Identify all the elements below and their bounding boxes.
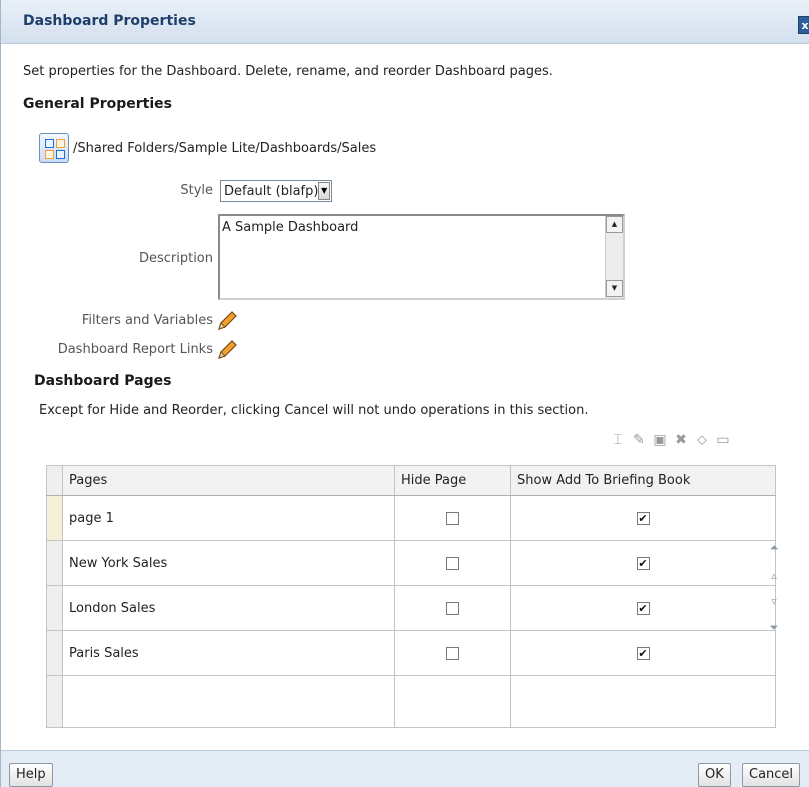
briefing-book-checkbox[interactable]: ✔ [636,601,650,615]
dashboard-properties-dialog: Dashboard Properties x Set properties fo… [0,0,809,787]
filters-edit-pencil-icon[interactable] [215,309,239,333]
hide-page-checkbox[interactable] [446,511,459,525]
ok-button[interactable]: OK [698,763,731,787]
empty-cell [394,675,511,728]
style-label: Style [180,183,213,198]
chevron-down-icon[interactable]: ▼ [318,182,330,200]
briefing-book-checkbox[interactable]: ✔ [636,646,650,660]
briefing-book-checkbox[interactable]: ✔ [636,556,650,570]
table-row-empty [46,675,776,728]
report-links-label: Dashboard Report Links [57,342,213,357]
dialog-titlebar: Dashboard Properties x [1,0,809,44]
intro-text: Set properties for the Dashboard. Delete… [23,64,553,79]
pages-note: Except for Hide and Reorder, clicking Ca… [39,403,589,418]
briefing-book-checkbox[interactable]: ✔ [636,511,650,525]
report-links-edit-pencil-icon[interactable] [215,338,239,362]
description-value: A Sample Dashboard [222,220,359,235]
hide-page-checkbox[interactable] [446,601,459,615]
column-header-pages: Pages [62,465,395,496]
pages-toolbar: ⌶ ✎ ▣ ✖ ⬦ ▭ [609,431,732,449]
scroll-up-icon[interactable]: ▲ [606,216,623,233]
page-name-cell[interactable]: New York Sales [62,540,395,586]
hide-page-checkbox[interactable] [446,556,459,570]
page-lock-icon[interactable]: ▣ [651,431,669,449]
reorder-controls: ⏶ ▵ ▿ ⏷ [766,541,782,635]
description-scrollbar[interactable]: ▲ ▼ [605,216,623,298]
column-header-hide-page: Hide Page [394,465,511,496]
hide-page-cell [394,540,511,586]
table-row[interactable]: Paris Sales ✔ [46,630,776,676]
style-select[interactable]: Default (blafp) ▼ [220,180,332,202]
table-row[interactable]: page 1 ✔ [46,495,776,541]
row-selector[interactable] [46,540,63,586]
style-select-value: Default (blafp) [224,183,319,199]
page-name-cell[interactable]: London Sales [62,585,395,631]
scroll-down-icon[interactable]: ▼ [606,280,623,297]
delete-icon[interactable]: ✖ [672,431,690,449]
briefing-book-cell: ✔ [510,495,776,541]
row-selector[interactable] [46,630,63,676]
briefing-book-cell: ✔ [510,630,776,676]
description-textarea[interactable]: A Sample Dashboard ▲ ▼ [218,214,625,300]
dialog-footer: Help OK Cancel [1,750,809,787]
empty-cell [510,675,776,728]
move-to-top-icon[interactable]: ⏶ [767,541,781,555]
dashboard-icon [39,133,69,163]
move-to-bottom-icon[interactable]: ⏷ [767,621,781,635]
page-permissions-icon[interactable]: ✎ [630,431,648,449]
row-selector[interactable] [46,585,63,631]
dashboard-path-row: /Shared Folders/Sample Lite/Dashboards/S… [39,132,376,164]
cancel-button[interactable]: Cancel [742,763,801,787]
dialog-title: Dashboard Properties [23,13,196,29]
dashboard-path: /Shared Folders/Sample Lite/Dashboards/S… [73,140,377,156]
page-name-cell[interactable]: Paris Sales [62,630,395,676]
help-button[interactable]: Help [9,763,53,787]
hide-page-cell [394,630,511,676]
rename-icon[interactable]: ⌶ [609,431,627,449]
dashboard-pages-heading: Dashboard Pages [34,373,172,389]
pages-table-header: Pages Hide Page Show Add To Briefing Boo… [46,465,776,496]
general-properties-heading: General Properties [23,96,172,112]
pages-table: Pages Hide Page Show Add To Briefing Boo… [46,465,776,728]
move-down-icon[interactable]: ▿ [767,595,781,609]
description-label: Description [138,251,213,266]
move-up-icon[interactable]: ▵ [767,569,781,583]
briefing-book-cell: ✔ [510,585,776,631]
view-icon[interactable]: ⬦ [693,431,711,449]
row-selector [46,675,63,728]
report-icon[interactable]: ▭ [714,431,732,449]
empty-cell [62,675,395,728]
row-selector[interactable] [46,495,63,541]
briefing-book-cell: ✔ [510,540,776,586]
hide-page-cell [394,495,511,541]
table-row[interactable]: New York Sales ✔ [46,540,776,586]
close-icon[interactable]: x [798,16,809,34]
hide-page-checkbox[interactable] [446,646,459,660]
row-header-cell [46,465,63,496]
page-name-cell[interactable]: page 1 [62,495,395,541]
table-row[interactable]: London Sales ✔ [46,585,776,631]
column-header-briefing-book: Show Add To Briefing Book [510,465,776,496]
filters-variables-label: Filters and Variables [81,313,213,328]
hide-page-cell [394,585,511,631]
